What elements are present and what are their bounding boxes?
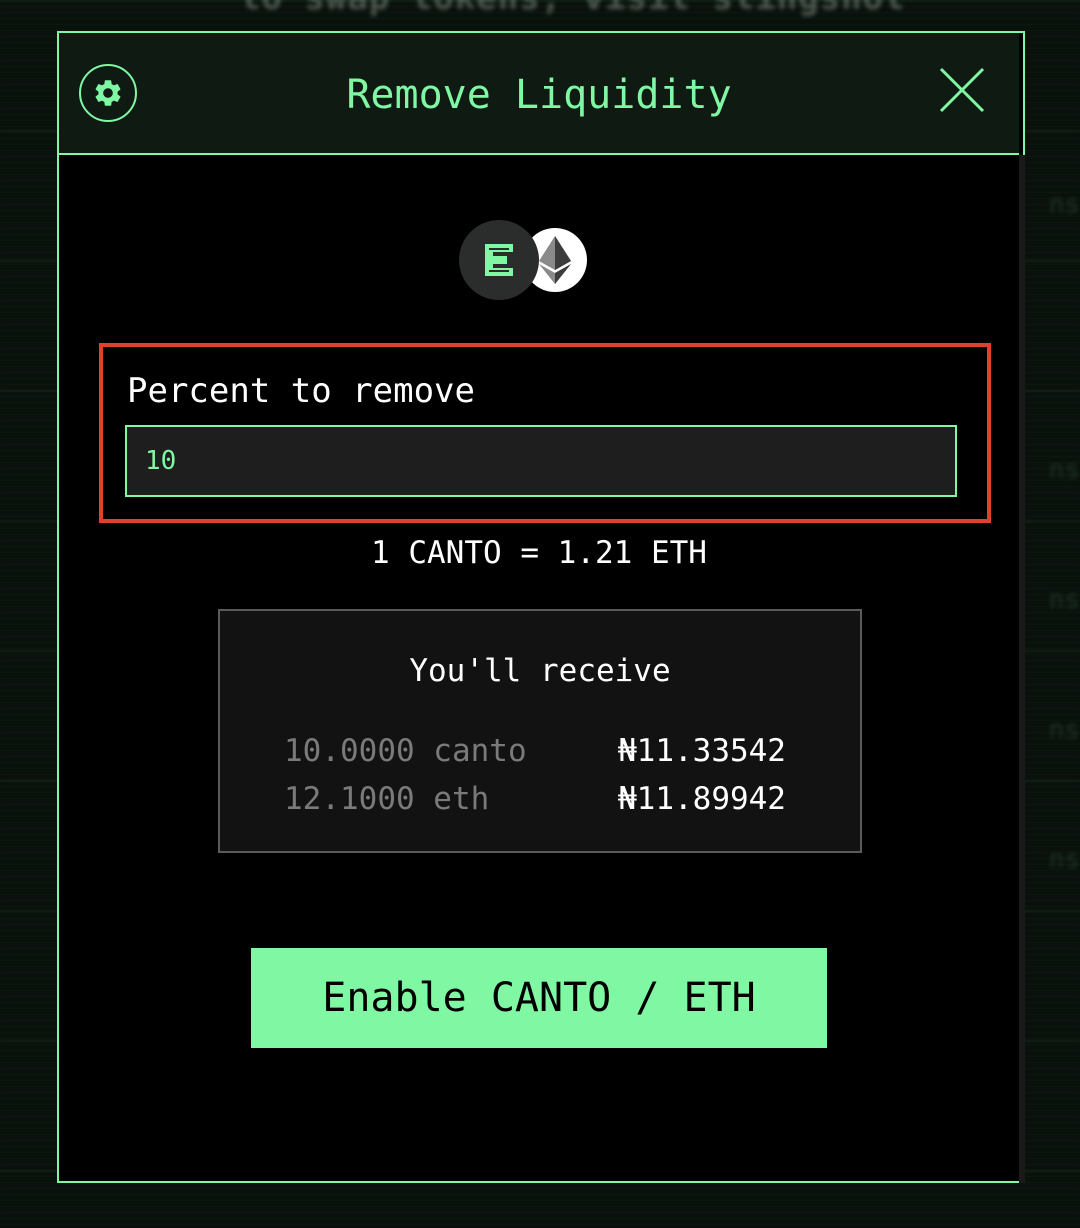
enable-pair-button[interactable]: Enable CANTO / ETH: [251, 948, 827, 1048]
background-side-text: ns: [1048, 455, 1080, 485]
background-side-text: ns: [1048, 190, 1080, 220]
exchange-rate: 1 CANTO = 1.21 ETH: [371, 535, 707, 571]
background-side-text: ns: [1048, 585, 1080, 615]
percent-input[interactable]: [125, 425, 957, 497]
receive-amount: 10.0000 canto: [284, 733, 527, 769]
close-icon: [939, 67, 985, 113]
close-button[interactable]: [935, 63, 991, 119]
receive-amount: 12.1000 eth: [284, 781, 490, 817]
percent-label: Percent to remove: [127, 371, 475, 411]
receive-value: ₦11.89942: [618, 781, 786, 817]
modal-header: Remove Liquidity: [59, 33, 1019, 155]
token-pair-icons: [459, 220, 589, 302]
background-notice: to swap tokens, visit slingshot: [240, 0, 906, 18]
modal-title: Remove Liquidity: [346, 72, 732, 118]
remove-liquidity-modal: Remove Liquidity Percent to remove 10 1 …: [57, 31, 1025, 1183]
receive-title: You'll receive: [409, 653, 671, 689]
background-side-text: ns: [1048, 845, 1080, 875]
receive-row-canto: 10.0000 canto ₦11.33542: [284, 731, 804, 771]
receive-value: ₦11.33542: [618, 733, 786, 769]
receive-summary: You'll receive 10.0000 canto ₦11.33542 1…: [218, 609, 862, 853]
canto-logo-icon: [459, 220, 539, 300]
background-side-text: ns: [1048, 715, 1080, 745]
receive-row-eth: 12.1000 eth ₦11.89942: [284, 779, 804, 819]
scrollbar[interactable]: [1019, 155, 1025, 1183]
percent-to-remove-section: Percent to remove: [99, 343, 991, 523]
